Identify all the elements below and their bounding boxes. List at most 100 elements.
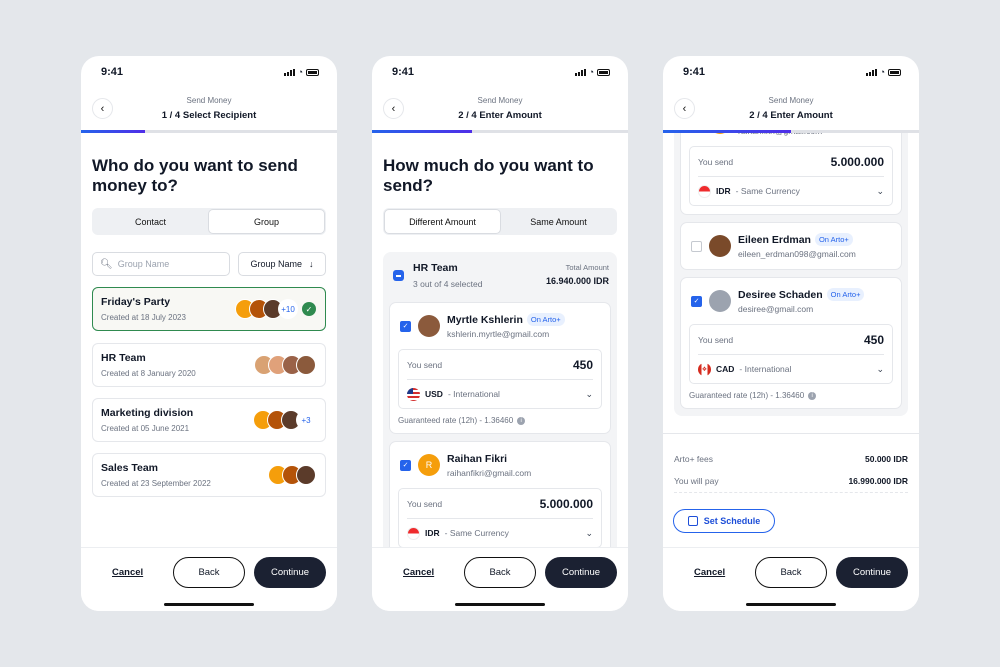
currency-select[interactable]: IDR - Same Currency ⌄ bbox=[407, 519, 593, 547]
cancel-link[interactable]: Cancel bbox=[694, 567, 725, 578]
member-checkbox[interactable]: ✓ bbox=[400, 320, 411, 332]
wifi-icon: ◔ bbox=[297, 67, 303, 77]
wifi-icon: ◔ bbox=[588, 67, 594, 77]
cancel-link[interactable]: Cancel bbox=[112, 567, 143, 578]
continue-button[interactable]: Continue bbox=[545, 557, 617, 588]
member-avatar bbox=[296, 355, 316, 375]
step-title: 2 / 4 Enter Amount bbox=[749, 110, 833, 121]
cancel-link[interactable]: Cancel bbox=[403, 567, 434, 578]
back-button[interactable]: Back bbox=[173, 557, 245, 588]
currency-code: IDR bbox=[716, 186, 731, 196]
group-card[interactable]: Marketing division Created at 05 June 20… bbox=[92, 398, 326, 442]
home-indicator bbox=[455, 603, 545, 606]
continue-button[interactable]: Continue bbox=[254, 557, 326, 588]
phone-screen-3: 9:41 ◔ ‹ Send Money 2 / 4 Enter Amount ✓… bbox=[663, 56, 919, 611]
amount-box: You send 5.000.000 IDR - Same Currency ⌄ bbox=[689, 146, 893, 206]
home-indicator bbox=[746, 603, 836, 606]
amount-input[interactable]: 450 bbox=[864, 333, 884, 347]
amount-input[interactable]: 5.000.000 bbox=[540, 497, 593, 511]
canada-flag-icon: ❖ bbox=[698, 362, 711, 376]
tab-contact[interactable]: Contact bbox=[93, 209, 208, 234]
status-time: 9:41 bbox=[392, 66, 415, 78]
arrow-down-icon: ↓ bbox=[309, 259, 314, 269]
member-card: ✓ R Raihan Fikri raihanfikri@gmail.com Y… bbox=[389, 441, 611, 547]
wifi-icon: ◔ bbox=[879, 67, 885, 77]
sort-button[interactable]: Group Name ↓ bbox=[238, 252, 326, 276]
divider bbox=[674, 492, 908, 493]
segmented-control: Contact Group bbox=[92, 208, 326, 235]
status-icons: ◔ bbox=[865, 67, 901, 77]
more-count: +3 bbox=[296, 410, 316, 430]
member-avatar bbox=[709, 235, 731, 257]
amount-box: You send 450 USD - International ⌄ bbox=[398, 349, 602, 409]
currency-select[interactable]: ❖ CAD - International ⌄ bbox=[698, 355, 884, 383]
member-name: Desiree Schaden bbox=[738, 288, 823, 301]
group-card[interactable]: Sales Team Created at 23 September 2022 bbox=[92, 453, 326, 497]
footer-bar: Cancel Back Continue bbox=[372, 547, 628, 611]
tab-different-amount[interactable]: Different Amount bbox=[384, 209, 501, 234]
tab-same-amount[interactable]: Same Amount bbox=[501, 209, 616, 234]
page-heading: How much do you want to send? bbox=[383, 156, 594, 195]
member-card: ✓ Desiree Schaden On Arto+ desiree@gmail.… bbox=[680, 277, 902, 409]
member-checkbox[interactable]: ✓ bbox=[400, 459, 411, 471]
avatar-initial: R bbox=[425, 460, 433, 470]
member-email: raihanfikri@gmail.com bbox=[447, 467, 532, 478]
group-card[interactable]: HR Team Created at 8 January 2020 bbox=[92, 343, 326, 387]
step-title: 1 / 4 Select Recipient bbox=[161, 110, 257, 121]
back-button[interactable]: Back bbox=[755, 557, 827, 588]
step-progress-bar bbox=[372, 130, 628, 133]
tab-group[interactable]: Group bbox=[208, 209, 325, 234]
battery-icon bbox=[306, 68, 319, 76]
calendar-icon bbox=[687, 516, 698, 526]
step-progress-bar bbox=[81, 130, 337, 133]
footer-bar: Cancel Back Continue bbox=[663, 547, 919, 611]
member-card: ✓ Myrtle Kshlerin On Arto+ kshlerin.myrtl… bbox=[389, 302, 611, 434]
group-card[interactable]: Friday's Party Created at 18 July 2023 +… bbox=[92, 287, 326, 331]
member-name: Eileen Erdman bbox=[738, 233, 811, 246]
set-schedule-button[interactable]: Set Schedule bbox=[673, 509, 775, 533]
amount-input[interactable]: 450 bbox=[573, 358, 593, 372]
chevron-down-icon: ⌄ bbox=[585, 527, 593, 538]
total-amount: 16.940.000 IDR bbox=[545, 276, 609, 286]
back-button[interactable]: Back bbox=[464, 557, 536, 588]
amount-box: You send 450 ❖ CAD - International ⌄ bbox=[689, 324, 893, 384]
info-icon[interactable]: i bbox=[808, 391, 817, 400]
on-arto-badge: On Arto+ bbox=[814, 233, 853, 246]
segmented-control: Different Amount Same Amount bbox=[383, 208, 617, 235]
header-subtitle: Send Money bbox=[768, 96, 814, 105]
check-circle-icon: ✓ bbox=[302, 302, 316, 316]
currency-code: IDR bbox=[425, 528, 440, 538]
divider bbox=[663, 433, 919, 434]
battery-icon bbox=[597, 68, 610, 76]
currency-select[interactable]: IDR - Same Currency ⌄ bbox=[698, 177, 884, 205]
member-checkbox[interactable] bbox=[691, 240, 702, 252]
group-container: HR Team 3 out of 4 selected Total Amount… bbox=[383, 252, 617, 547]
member-checkbox[interactable]: ✓ bbox=[691, 295, 702, 307]
group-avatars: +3 bbox=[253, 410, 316, 430]
home-indicator bbox=[164, 603, 254, 606]
continue-button[interactable]: Continue bbox=[836, 557, 908, 588]
amount-box: You send 5.000.000 IDR - Same Currency ⌄ bbox=[398, 488, 602, 547]
battery-icon bbox=[888, 68, 901, 76]
guaranteed-rate: Guaranteed rate (12h) - 1.36460 bbox=[398, 416, 514, 425]
info-icon[interactable]: i bbox=[517, 416, 526, 425]
currency-select[interactable]: USD - International ⌄ bbox=[407, 380, 593, 408]
phone-screen-2: 9:41 ◔ ‹ Send Money 2 / 4 Enter Amount H… bbox=[372, 56, 628, 611]
amount-input[interactable]: 5.000.000 bbox=[831, 155, 884, 169]
you-send-label: You send bbox=[698, 334, 734, 345]
chevron-down-icon: ⌄ bbox=[876, 363, 884, 374]
member-email: raihanfikri@gmail.com bbox=[738, 133, 822, 136]
you-send-label: You send bbox=[698, 156, 734, 167]
group-avatars bbox=[268, 465, 316, 485]
signal-icon bbox=[574, 68, 586, 76]
member-avatar bbox=[418, 315, 440, 337]
currency-type: - International bbox=[739, 364, 792, 374]
fees-value: 50.000 IDR bbox=[865, 454, 908, 464]
header-subtitle: Send Money bbox=[477, 96, 523, 105]
search-input[interactable]: 🔍︎ Group Name bbox=[92, 252, 230, 276]
status-icons: ◔ bbox=[574, 67, 610, 77]
indonesia-flag-icon bbox=[698, 184, 711, 198]
guaranteed-rate: Guaranteed rate (12h) - 1.36460 bbox=[689, 391, 805, 400]
sort-label: Group Name bbox=[250, 259, 303, 269]
group-checkbox-indeterminate[interactable] bbox=[393, 270, 404, 281]
